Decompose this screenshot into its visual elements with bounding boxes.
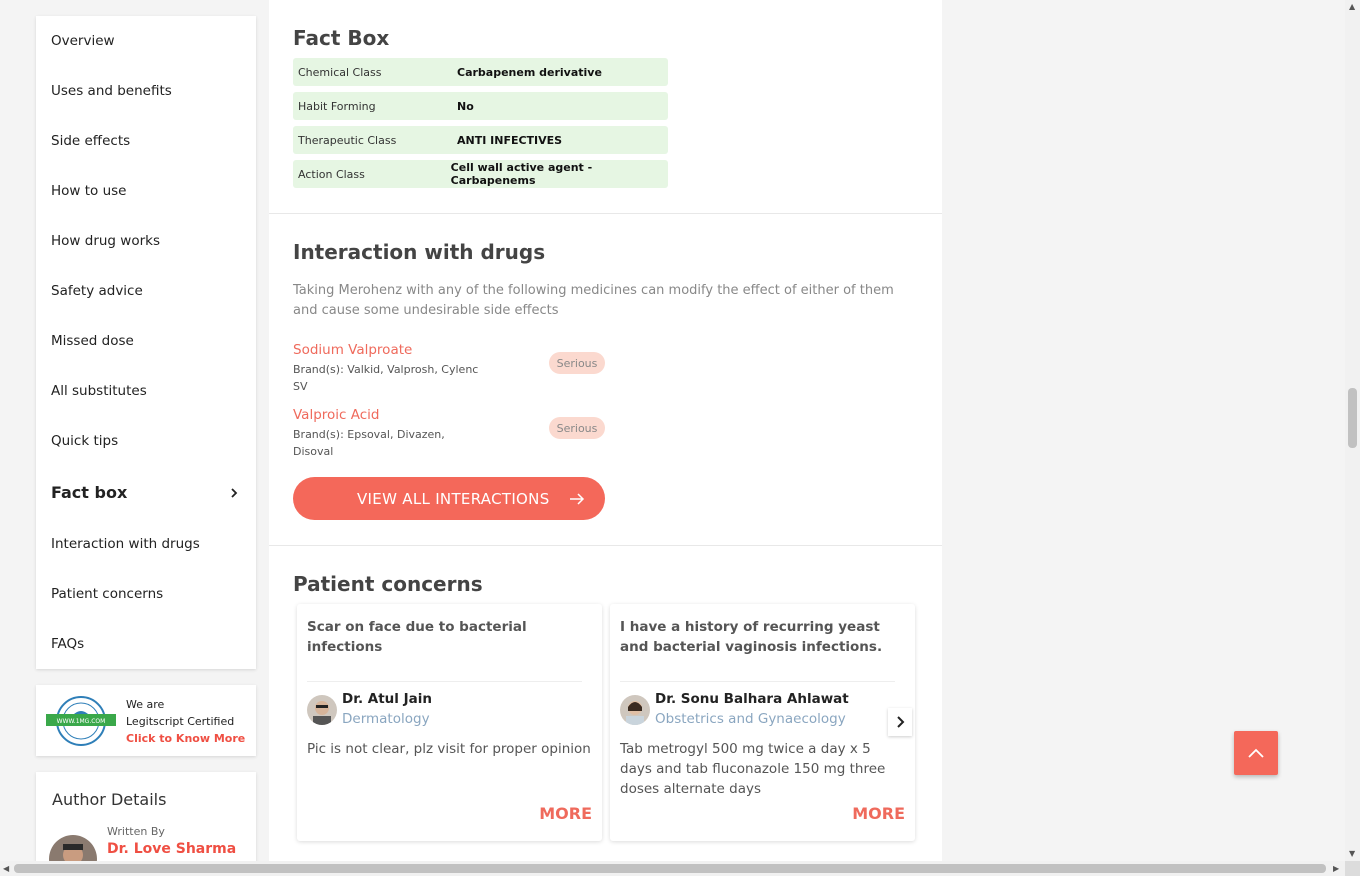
view-all-interactions-button[interactable]: VIEW ALL INTERACTIONS: [293, 477, 605, 520]
sidebar-item-label: Safety advice: [51, 283, 143, 299]
drug-name-link[interactable]: Valproic Acid: [293, 407, 493, 423]
concern-question: I have a history of recurring yeast and …: [620, 619, 883, 655]
fact-value: ANTI INFECTIVES: [457, 133, 563, 147]
sidebar-item-label: Side effects: [51, 133, 131, 149]
fact-box-title: Fact Box: [293, 26, 390, 50]
legitscript-line1: We are: [126, 698, 165, 711]
sidebar-item-interaction-with-drugs[interactable]: Interaction with drugs: [36, 519, 256, 569]
section-divider: [269, 545, 942, 546]
drug-brands: Brand(s): Epsoval, Divazen, Disoval: [293, 428, 445, 458]
author-details-title: Author Details: [52, 790, 167, 809]
sidebar-item-label: Interaction with drugs: [51, 536, 200, 552]
horizontal-scrollbar-thumb[interactable]: [14, 864, 1326, 873]
arrow-right-icon: [570, 493, 585, 505]
sidebar-item-quick-tips[interactable]: Quick tips: [36, 416, 256, 466]
concern-question: Scar on face due to bacterial infections: [307, 619, 527, 655]
concern-card[interactable]: Scar on face due to bacterial infections…: [297, 604, 602, 841]
doctor-avatar: [620, 695, 650, 725]
scrollbar-corner: [1345, 861, 1360, 876]
doctor-specialty: Dermatology: [342, 711, 430, 727]
fact-row: Habit Forming No: [293, 92, 668, 120]
sidebar-item-side-effects[interactable]: Side effects: [36, 116, 256, 166]
fact-value: Cell wall active agent -Carbapenems: [450, 161, 593, 187]
scroll-to-top-button[interactable]: [1234, 731, 1278, 775]
severity-badge: Serious: [549, 417, 605, 439]
chevron-up-icon: [1248, 748, 1264, 758]
main-content: Fact Box Chemical Class Carbapenem deriv…: [269, 0, 942, 876]
sidebar-nav: Overview Uses and benefits Side effects …: [36, 16, 256, 669]
doctor-name: Dr. Atul Jain: [342, 691, 432, 707]
sidebar-item-safety-advice[interactable]: Safety advice: [36, 266, 256, 316]
fact-value: Carbapenem derivative: [457, 65, 602, 79]
patient-concerns-title: Patient concerns: [293, 572, 483, 596]
svg-text:WWW.1MG.COM: WWW.1MG.COM: [57, 718, 106, 725]
horizontal-scrollbar[interactable]: ◀ ▶: [0, 861, 1345, 876]
legitscript-text: We are Legitscript Certified Click to Kn…: [126, 696, 245, 747]
more-link[interactable]: MORE: [539, 804, 592, 823]
scroll-up-arrow-icon[interactable]: ▲: [1349, 2, 1355, 11]
fact-label: Habit Forming: [298, 99, 376, 113]
more-link[interactable]: MORE: [852, 804, 905, 823]
interaction-drug: Sodium Valproate Brand(s): Valkid, Valpr…: [293, 342, 493, 395]
doctor-avatar: [307, 695, 337, 725]
interaction-title: Interaction with drugs: [293, 240, 546, 264]
doctor-name: Dr. Sonu Balhara Ahlawat: [655, 691, 849, 707]
author-written-by: Written By: [107, 825, 165, 838]
drug-brands: Brand(s): Valkid, Valprosh, Cylenc SV: [293, 363, 479, 393]
sidebar-item-all-substitutes[interactable]: All substitutes: [36, 366, 256, 416]
sidebar-item-faqs[interactable]: FAQs: [36, 619, 256, 669]
sidebar-item-how-to-use[interactable]: How to use: [36, 166, 256, 216]
view-all-interactions-label: VIEW ALL INTERACTIONS: [357, 489, 550, 508]
sidebar-item-fact-box[interactable]: Fact box: [36, 466, 256, 519]
scroll-right-arrow-icon[interactable]: ▶: [1333, 864, 1339, 873]
chevron-right-icon: [231, 487, 238, 498]
sidebar-item-label: Overview: [51, 33, 115, 49]
interaction-intro: Taking Merohenz with any of the followin…: [293, 283, 894, 318]
sidebar-item-patient-concerns[interactable]: Patient concerns: [36, 569, 256, 619]
concern-answer: Tab metrogyl 500 mg twice a day x 5 days…: [620, 741, 886, 797]
carousel-next-button[interactable]: [888, 708, 912, 736]
fact-row: Therapeutic Class ANTI INFECTIVES: [293, 126, 668, 154]
legitscript-link[interactable]: Click to Know More: [126, 730, 245, 747]
severity-badge: Serious: [549, 352, 605, 374]
legitscript-seal-icon: WWW.1MG.COM: [46, 696, 116, 746]
chevron-right-icon: [897, 716, 905, 728]
concern-card[interactable]: I have a history of recurring yeast and …: [610, 604, 915, 841]
legitscript-card[interactable]: WWW.1MG.COM We are Legitscript Certified…: [36, 685, 256, 756]
sidebar-item-label: All substitutes: [51, 383, 147, 399]
concern-answer: Pic is not clear, plz visit for proper o…: [307, 741, 591, 757]
sidebar-item-label: Fact box: [51, 483, 128, 502]
drug-name-link[interactable]: Sodium Valproate: [293, 342, 493, 358]
sidebar-item-uses-and-benefits[interactable]: Uses and benefits: [36, 66, 256, 116]
sidebar-item-label: Missed dose: [51, 333, 134, 349]
sidebar-item-label: How to use: [51, 183, 127, 199]
sidebar-item-label: How drug works: [51, 233, 160, 249]
fact-row: Chemical Class Carbapenem derivative: [293, 58, 668, 86]
fact-row: Action Class Cell wall active agent -Car…: [293, 160, 668, 188]
sidebar-item-label: Quick tips: [51, 433, 119, 449]
sidebar-item-how-drug-works[interactable]: How drug works: [36, 216, 256, 266]
card-divider: [620, 681, 895, 682]
sidebar-item-missed-dose[interactable]: Missed dose: [36, 316, 256, 366]
vertical-scrollbar-thumb[interactable]: [1348, 388, 1357, 448]
scroll-down-arrow-icon[interactable]: ▼: [1349, 849, 1355, 858]
sidebar-item-overview[interactable]: Overview: [36, 16, 256, 66]
legitscript-line2: Legitscript Certified: [126, 715, 235, 728]
section-divider: [269, 213, 942, 214]
fact-label: Therapeutic Class: [298, 133, 397, 147]
author-name-link[interactable]: Dr. Love Sharma: [107, 841, 236, 857]
card-divider: [307, 681, 582, 682]
fact-label: Action Class: [298, 167, 365, 181]
doctor-specialty: Obstetrics and Gynaecology: [655, 711, 846, 727]
sidebar-item-label: Uses and benefits: [51, 83, 172, 99]
sidebar-item-label: Patient concerns: [51, 586, 164, 602]
vertical-scrollbar[interactable]: ▲ ▼: [1345, 0, 1360, 861]
sidebar-item-label: FAQs: [51, 636, 85, 652]
scroll-left-arrow-icon[interactable]: ◀: [3, 864, 9, 873]
fact-value: No: [457, 99, 474, 113]
fact-label: Chemical Class: [298, 65, 382, 79]
interaction-drug: Valproic Acid Brand(s): Epsoval, Divazen…: [293, 407, 493, 460]
